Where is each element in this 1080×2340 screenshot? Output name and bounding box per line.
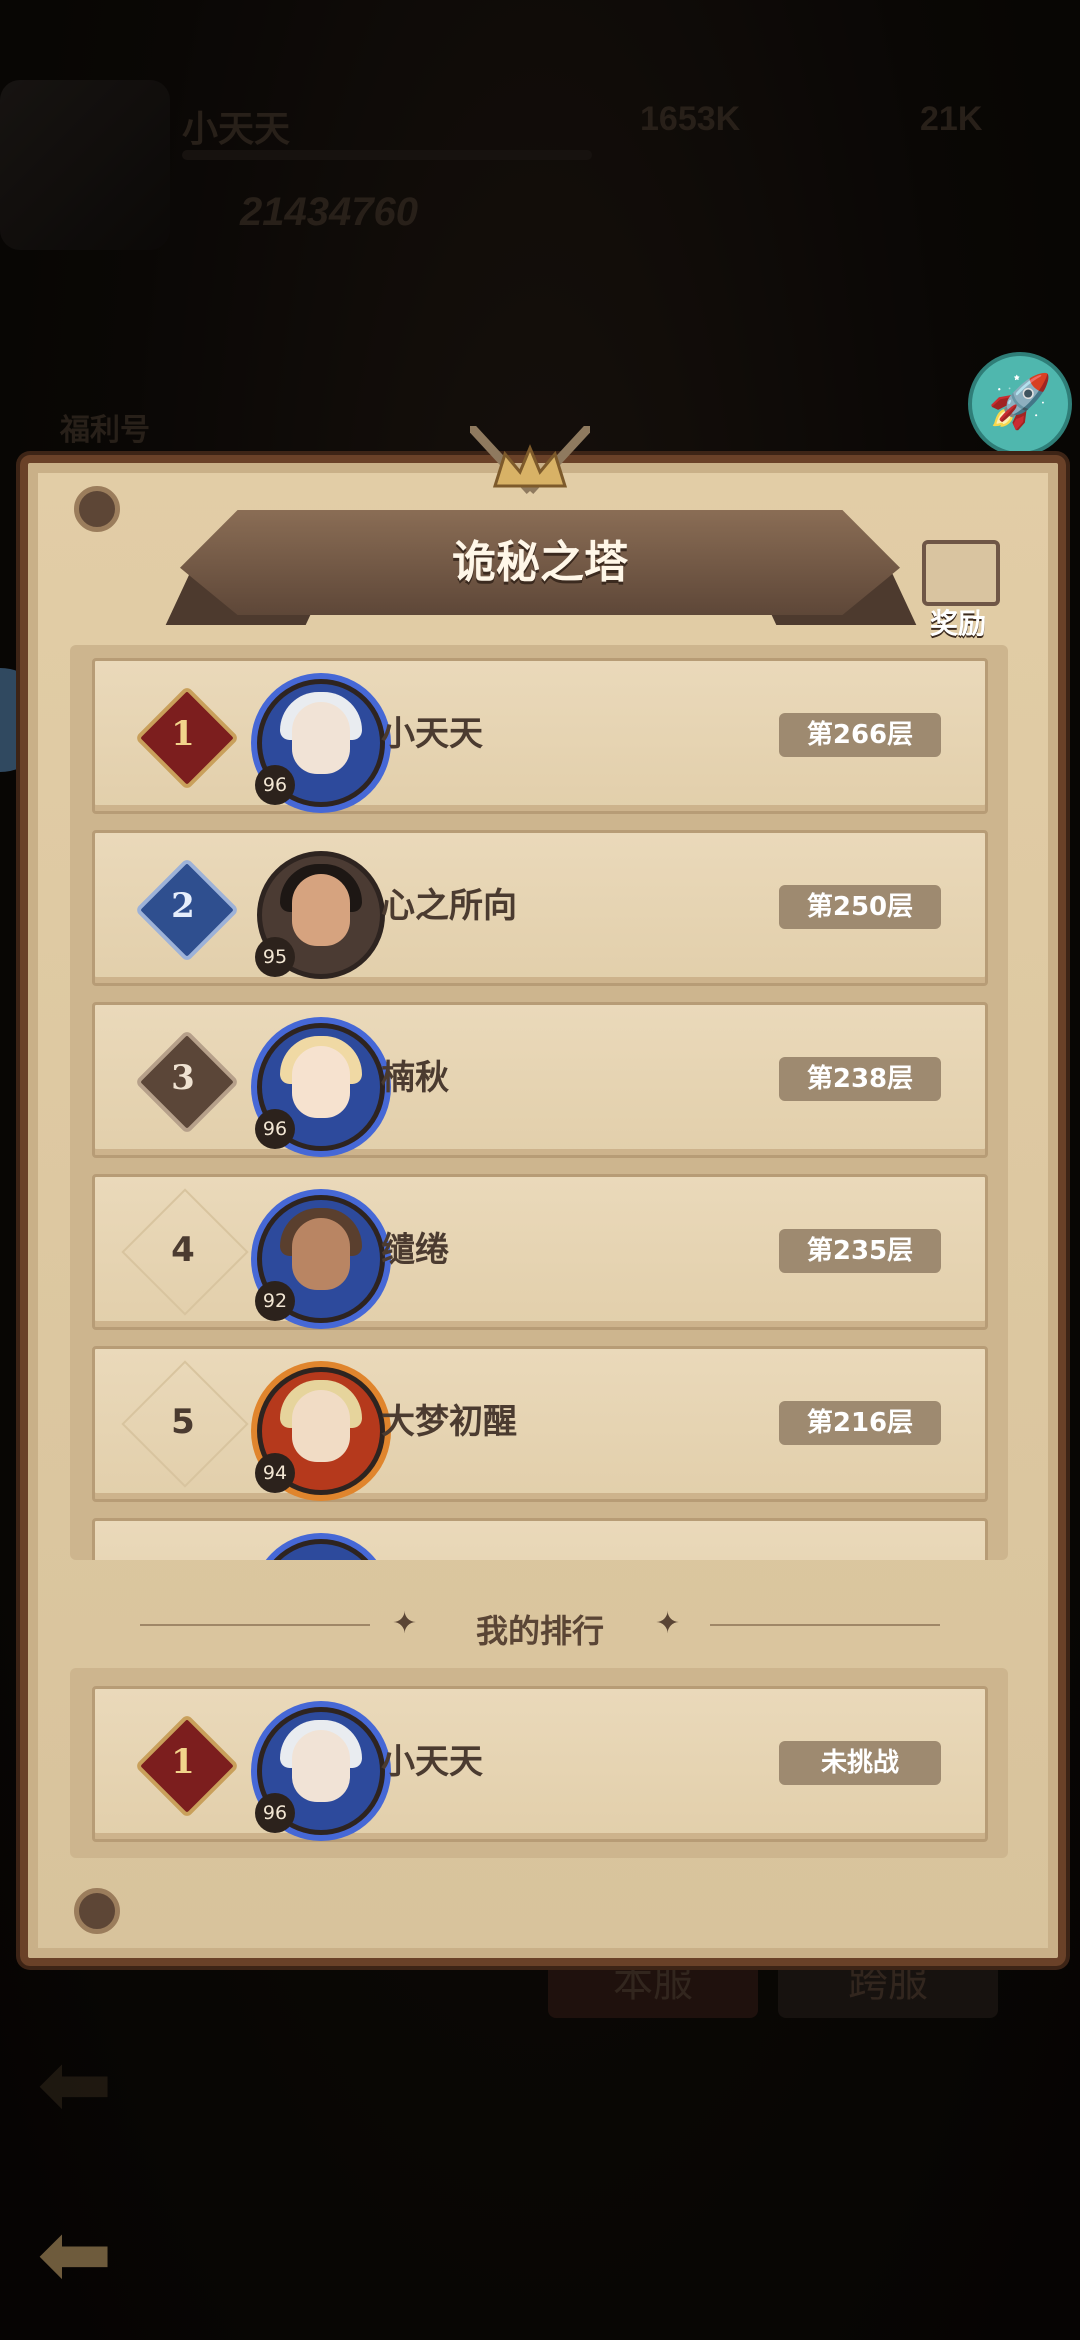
level-badge: 95: [255, 937, 295, 977]
my-rank-section: 1 96 小天天 未挑战: [70, 1668, 1008, 1858]
rank-number: 1: [171, 714, 195, 754]
player-name: 楠秋: [381, 1058, 449, 1098]
floor-badge: 第266层: [779, 713, 941, 757]
floor-badge: 第216层: [779, 1401, 941, 1445]
floor-badge: 第238层: [779, 1057, 941, 1101]
player-name: 缱绻: [381, 1230, 449, 1270]
player-name: 小天天: [381, 714, 483, 754]
rank-number: 2: [171, 886, 195, 926]
pin-bottom-left: [74, 1888, 120, 1934]
rank-number: 4: [171, 1230, 195, 1270]
rank-number: 5: [171, 1402, 195, 1442]
divider-right: [710, 1624, 940, 1626]
floor-badge: 第235层: [779, 1229, 941, 1273]
player-name: 大梦初醒: [381, 1402, 517, 1442]
avatar: [257, 1539, 385, 1560]
rank-number: 1: [171, 1742, 195, 1782]
rank-number: 3: [171, 1058, 195, 1098]
crossed-swords-crown-icon: [470, 426, 590, 495]
level-badge: 96: [255, 1793, 295, 1833]
ranking-row[interactable]: 3 96 楠秋 第238层: [92, 1002, 988, 1158]
ranking-row[interactable]: 1 96 小天天 第266层: [92, 658, 988, 814]
panel-title: 诡秘之塔: [452, 537, 628, 588]
player-name: 心之所向: [381, 886, 517, 926]
ranking-list[interactable]: 1 96 小天天 第266层 2 95 心之所向 第250层 3 96 楠秋 第…: [70, 645, 1008, 1560]
ranking-row[interactable]: 2 95 心之所向 第250层: [92, 830, 988, 986]
star-icon: ✦: [655, 1606, 681, 1641]
my-rank-title: 我的排行: [475, 1612, 604, 1650]
ranking-row-partial[interactable]: [92, 1518, 988, 1560]
reward-label: 奖励: [929, 607, 986, 640]
player-name: 小天天: [381, 1742, 483, 1782]
reward-button[interactable]: 奖励: [908, 540, 1008, 640]
pin-top-left: [74, 486, 120, 532]
level-badge: 96: [255, 1109, 295, 1149]
status-badge: 未挑战: [779, 1741, 941, 1785]
level-badge: 96: [255, 765, 295, 805]
ranking-row[interactable]: 4 92 缱绻 第235层: [92, 1174, 988, 1330]
level-badge: 94: [255, 1453, 295, 1493]
floor-badge: 第250层: [779, 885, 941, 929]
my-rank-row[interactable]: 1 96 小天天 未挑战: [92, 1686, 988, 1842]
treasure-chest-icon: [922, 540, 1000, 606]
level-badge: 92: [255, 1281, 295, 1321]
ranking-row[interactable]: 5 94 大梦初醒 第216层: [92, 1346, 988, 1502]
rocket-icon[interactable]: 🚀: [968, 352, 1072, 456]
